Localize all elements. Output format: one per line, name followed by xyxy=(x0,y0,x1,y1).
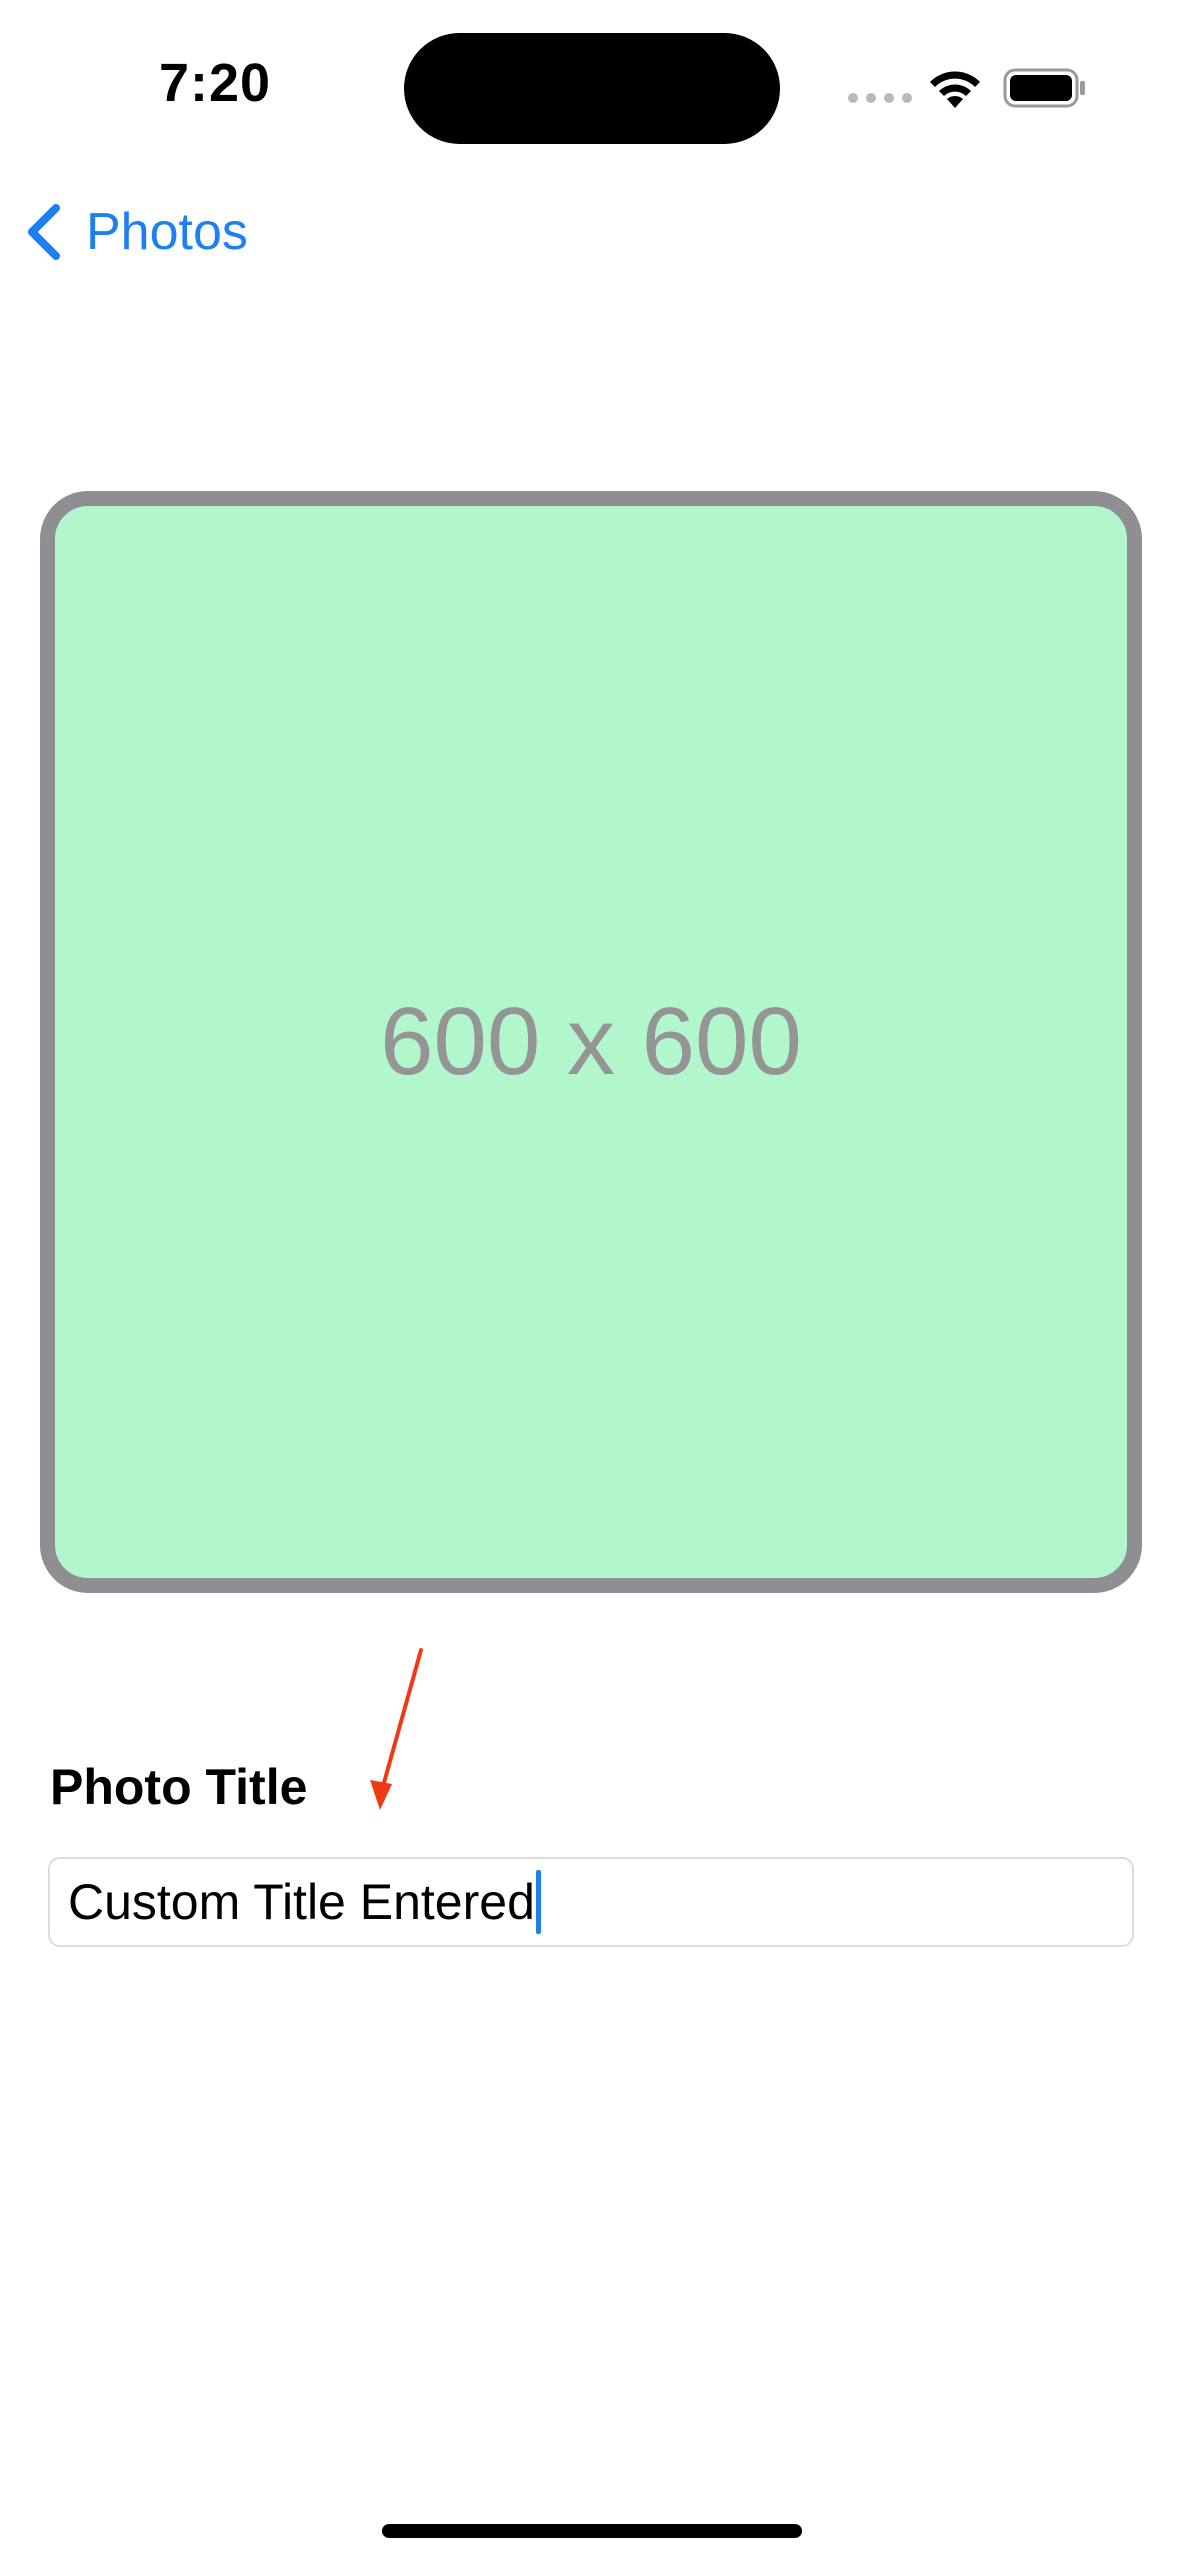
annotation-arrow-icon xyxy=(370,1648,423,1810)
photo-title-label: Photo Title xyxy=(50,1759,308,1815)
home-indicator[interactable] xyxy=(382,2524,802,2538)
chevron-left-icon xyxy=(28,204,60,260)
text-cursor xyxy=(535,1870,541,1934)
navigation-bar: Photos xyxy=(0,180,1179,280)
wifi-icon xyxy=(930,71,980,108)
photo-title-input[interactable]: Custom Title Entered xyxy=(48,1857,1134,1947)
photo-preview: 600 x 600 xyxy=(40,491,1142,1593)
photo-placeholder-text: 600 x 600 xyxy=(380,988,802,1095)
status-bar: 7:20 xyxy=(0,0,1179,170)
photo-title-input-value: Custom Title Entered xyxy=(68,1874,535,1930)
back-button[interactable]: Photos xyxy=(24,200,248,264)
dynamic-island xyxy=(404,33,780,144)
signal-dots-icon xyxy=(848,93,912,103)
battery-full-icon xyxy=(1003,68,1085,108)
status-time: 7:20 xyxy=(158,53,272,113)
back-button-label: Photos xyxy=(86,203,248,261)
